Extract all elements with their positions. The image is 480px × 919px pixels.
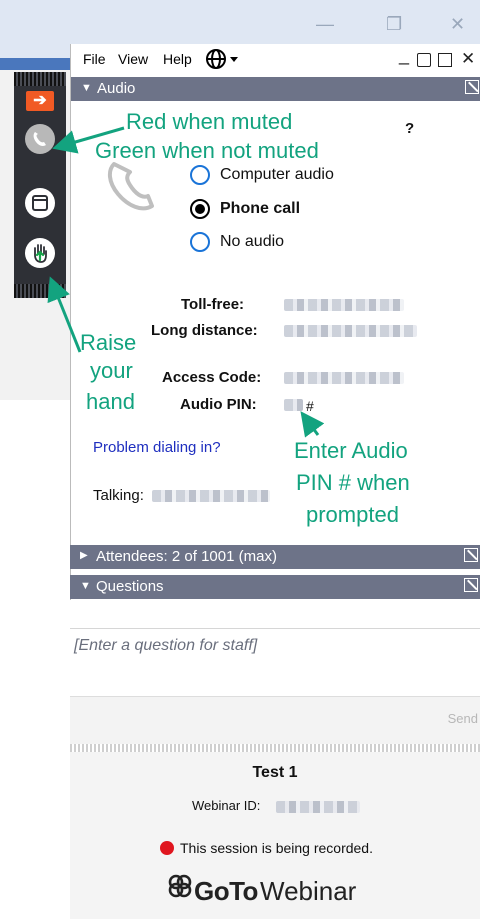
send-button[interactable]: Send bbox=[448, 711, 478, 726]
menu-help[interactable]: Help bbox=[163, 51, 192, 67]
menu-bar: File View Help _ ✕ bbox=[71, 44, 480, 76]
raise-hand-button[interactable] bbox=[25, 238, 55, 268]
webinar-title: Test 1 bbox=[252, 764, 298, 781]
menu-file[interactable]: File bbox=[83, 51, 106, 67]
logo-text-goto: GoTo bbox=[194, 876, 258, 906]
expanded-triangle-icon: ▼ bbox=[81, 82, 92, 94]
send-area: Send bbox=[70, 696, 480, 746]
annotation-hand: hand bbox=[86, 389, 135, 414]
annotation-green-when-not-muted: Green when not muted bbox=[95, 138, 319, 163]
problem-dialing-link[interactable]: Problem dialing in? bbox=[93, 439, 221, 456]
talking-label: Talking: bbox=[93, 487, 144, 504]
annotation-pin-when: PIN # when bbox=[296, 470, 410, 495]
long-distance-label: Long distance: bbox=[151, 322, 258, 339]
questions-popout-icon[interactable] bbox=[464, 578, 478, 592]
annotation-enter-audio: Enter Audio bbox=[294, 438, 408, 463]
questions-section-title: Questions bbox=[96, 578, 164, 595]
panel-close-icon[interactable]: ✕ bbox=[461, 49, 475, 69]
webinar-id-label: Webinar ID: bbox=[192, 798, 261, 813]
collapse-arrow-icon[interactable]: ➔ bbox=[26, 91, 54, 111]
collapsed-triangle-icon: ▶ bbox=[80, 550, 88, 561]
outer-maximize-icon[interactable]: ❐ bbox=[386, 14, 402, 35]
annotation-raise: Raise bbox=[80, 330, 137, 355]
radio-label: Computer audio bbox=[220, 166, 334, 183]
webinar-id-redacted bbox=[276, 801, 360, 813]
outer-close-icon[interactable]: ✕ bbox=[450, 14, 465, 35]
recording-indicator-icon bbox=[160, 841, 174, 855]
hand-icon bbox=[34, 244, 47, 263]
recording-text: This session is being recorded. bbox=[180, 840, 373, 856]
audio-help-button[interactable]: ? bbox=[405, 120, 414, 137]
window-icon bbox=[32, 195, 48, 211]
question-input[interactable]: [Enter a question for staff] bbox=[74, 637, 257, 655]
toll-free-number-redacted bbox=[284, 299, 404, 311]
toll-free-label: Toll-free: bbox=[181, 296, 245, 313]
language-globe-icon[interactable] bbox=[205, 47, 241, 74]
audio-pin-hash: # bbox=[306, 398, 314, 414]
toolbar-grip-top[interactable] bbox=[14, 72, 66, 86]
attendees-section-header[interactable]: ▶ Attendees: 2 of 1001 (max) bbox=[70, 545, 480, 569]
annotation-prompted: prompted bbox=[306, 502, 399, 527]
audio-phone-illustration-icon bbox=[107, 162, 154, 211]
panel-maximize-icon[interactable] bbox=[417, 53, 431, 67]
gotowebinar-logo-icon bbox=[168, 874, 192, 898]
questions-section-header[interactable]: ▼ Questions bbox=[70, 575, 480, 599]
control-toolbar: ➔ bbox=[14, 72, 66, 298]
mute-phone-button[interactable] bbox=[25, 124, 55, 154]
annotation-red-when-muted: Red when muted bbox=[126, 109, 293, 134]
audio-popout-icon[interactable] bbox=[465, 80, 479, 94]
phone-icon bbox=[33, 132, 46, 146]
attendees-section-title: Attendees: 2 of 1001 (max) bbox=[96, 548, 277, 565]
outer-minimize-icon[interactable]: — bbox=[316, 14, 334, 35]
toolbar-grip-bottom[interactable] bbox=[14, 284, 66, 298]
access-code-label: Access Code: bbox=[162, 369, 262, 386]
questions-panel: [Enter a question for staff] Send bbox=[70, 600, 480, 750]
radio-label: No audio bbox=[220, 233, 285, 250]
audio-section-title: Audio bbox=[97, 80, 136, 97]
expanded-triangle-icon: ▼ bbox=[80, 580, 91, 592]
audio-section-header[interactable]: ▼ Audio bbox=[71, 77, 480, 101]
show-panel-button[interactable] bbox=[25, 188, 55, 218]
attendees-popout-icon[interactable] bbox=[464, 548, 478, 562]
menu-view[interactable]: View bbox=[118, 51, 148, 67]
annotation-your: your bbox=[90, 358, 133, 383]
long-distance-number-redacted bbox=[284, 325, 417, 337]
panel-minimize-icon[interactable]: _ bbox=[399, 45, 409, 66]
radio-circle[interactable] bbox=[190, 165, 210, 185]
logo-text-webinar: Webinar bbox=[260, 876, 357, 906]
audio-pin-redacted bbox=[284, 399, 303, 411]
radio-circle[interactable] bbox=[190, 232, 210, 252]
webinar-footer: Test 1 Webinar ID: This session is being… bbox=[70, 752, 480, 919]
background-window-edge bbox=[0, 58, 70, 70]
audio-pin-label: Audio PIN: bbox=[180, 396, 257, 413]
radio-label: Phone call bbox=[220, 200, 301, 217]
questions-divider bbox=[70, 628, 480, 629]
resize-divider[interactable] bbox=[70, 744, 480, 752]
talking-name-redacted bbox=[152, 490, 270, 502]
panel-popout-icon[interactable] bbox=[438, 53, 452, 67]
radio-circle-selected[interactable] bbox=[190, 199, 210, 219]
access-code-redacted bbox=[284, 372, 404, 384]
